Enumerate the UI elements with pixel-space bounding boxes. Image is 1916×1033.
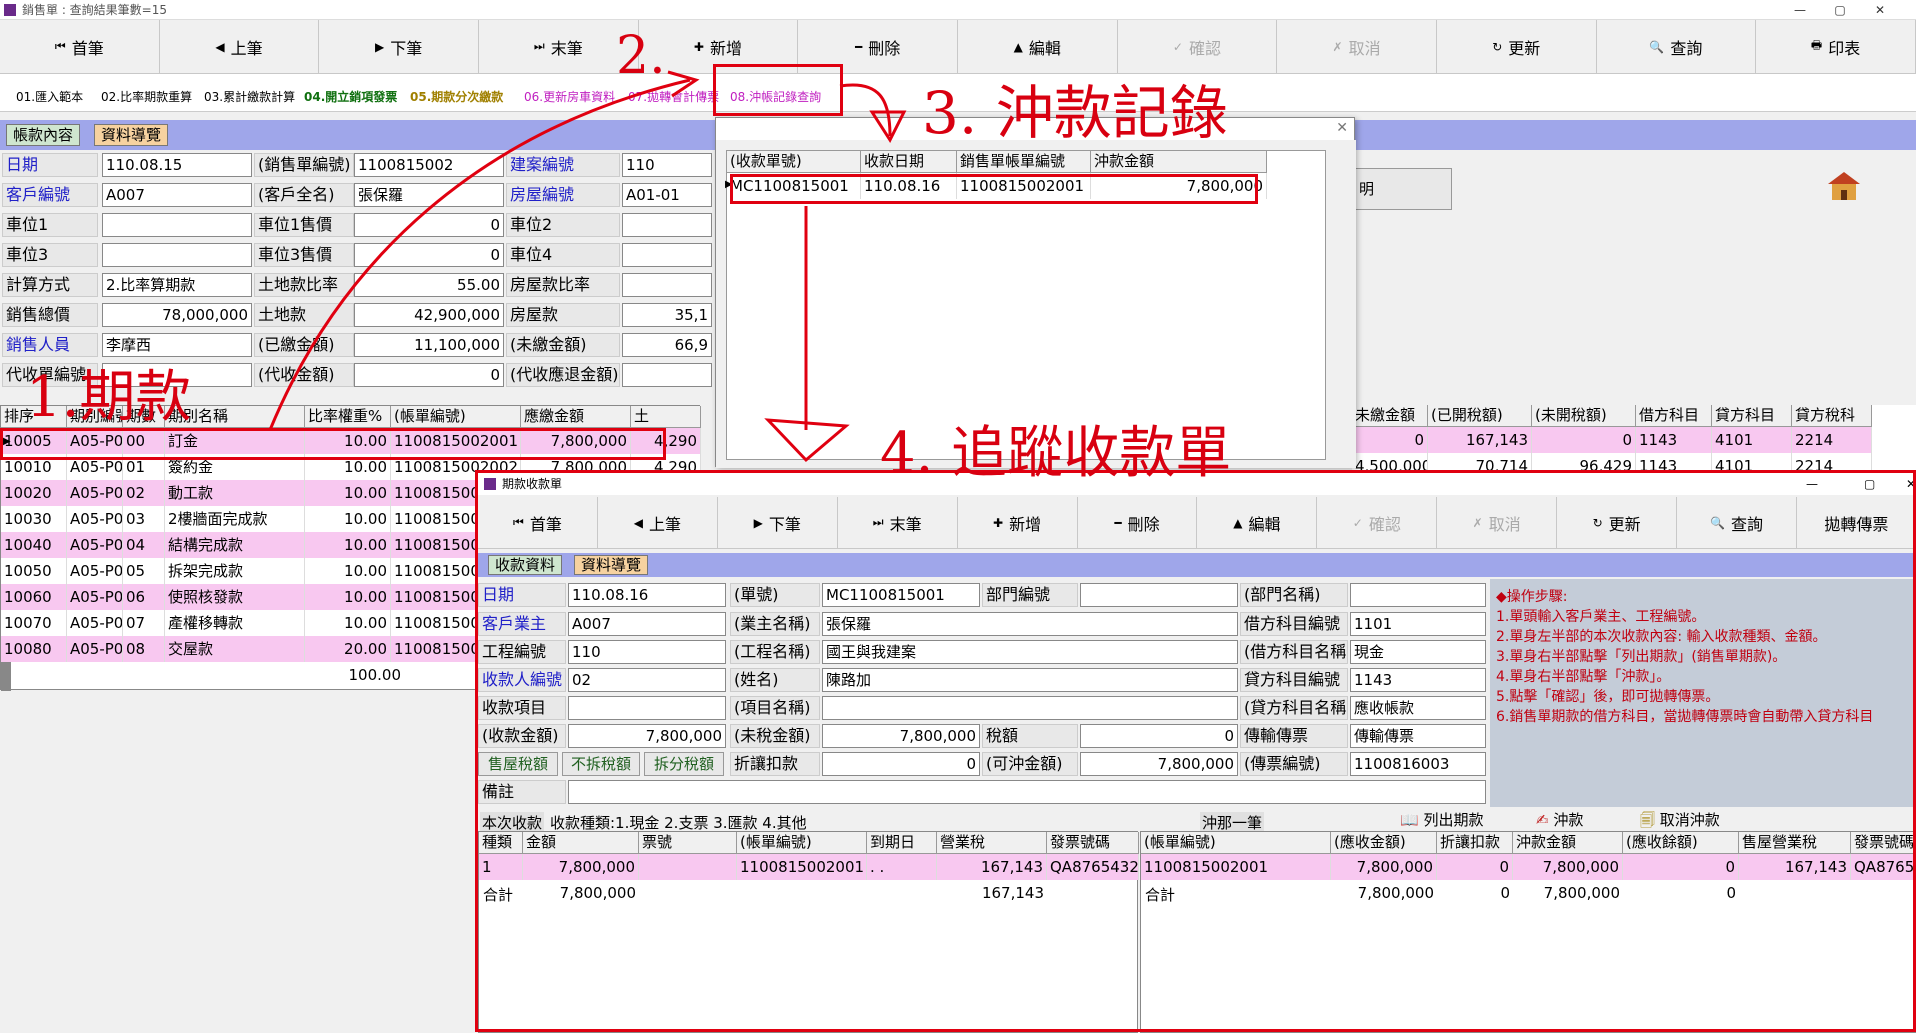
annotation-3-offset-record: 3. 沖款記錄 — [922, 79, 1228, 147]
annotation-1-installment: 1.期款 — [26, 365, 192, 430]
annotation-4-track-receipt: 4. 追蹤收款單 — [880, 421, 1232, 486]
annotation-arrows — [268, 70, 907, 463]
annotation-2: 2. — [616, 26, 666, 86]
